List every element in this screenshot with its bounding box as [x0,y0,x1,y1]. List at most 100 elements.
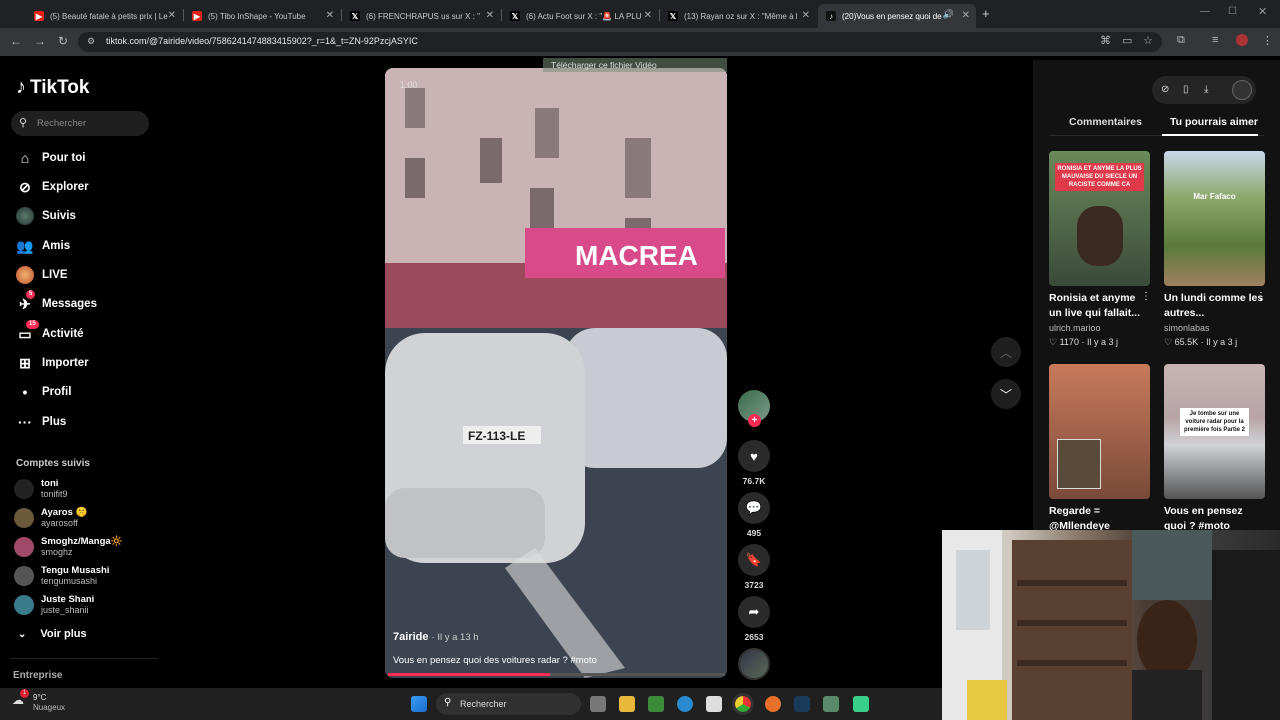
new-tab-button[interactable]: + [982,6,990,21]
comment-icon[interactable]: 💬 [738,492,770,524]
user-avatar[interactable] [1232,80,1252,100]
edge-icon[interactable] [677,696,693,712]
phone-icon[interactable]: ▯ [1183,84,1189,95]
nav-item-messages[interactable]: ✈ 5 Messages [16,290,97,314]
browser-tab[interactable]: ▶ (5) Beauté fatale à petits prix | Le ✕ [26,4,182,28]
video-progress-bar[interactable] [388,673,725,676]
search-input[interactable]: ⚲ Rechercher [11,111,149,136]
nav-item-amis[interactable]: 👥 Amis [16,236,70,256]
steam-icon[interactable] [794,696,810,712]
windows-start-icon[interactable] [411,696,427,712]
previous-video-button[interactable]: ︿ [991,337,1021,367]
close-tab-icon[interactable]: ✕ [644,10,652,21]
next-video-button[interactable]: ﹀ [991,379,1021,409]
compass-icon[interactable]: ⊘ [1161,84,1169,95]
weather-widget[interactable]: ☁ 1 9°C Nuageux [12,689,65,713]
nav-item-explorer[interactable]: ⊘ Explorer [16,177,89,197]
task-view-icon[interactable] [590,696,606,712]
close-tab-icon[interactable]: ✕ [326,10,334,21]
followed-account[interactable]: Smoghz/Manga🔆 smoghz [14,534,123,560]
close-window-icon[interactable]: ✕ [1258,5,1267,18]
store-icon[interactable] [706,696,722,712]
weather-temp: 9°C [33,693,47,702]
nav-item-live[interactable]: LIVE [16,265,68,285]
logo-text: TikTok [30,76,90,98]
site-info-icon[interactable]: ⚙ [87,36,95,47]
translate-icon[interactable]: ⌘ [1100,34,1111,47]
bookmark-star-icon[interactable]: ☆ [1143,34,1153,47]
minimize-icon[interactable]: — [1200,6,1210,17]
media-icon[interactable]: ≡ [1212,34,1218,46]
nav-item-pour-toi[interactable]: ⌂ Pour toi [16,148,86,168]
share-action[interactable]: ➦ 2653 [738,596,770,642]
browser-tab[interactable]: ▶ (5) Tibo InShape - YouTube ✕ [184,4,340,28]
extensions-icon[interactable]: ⧉ [1177,34,1185,47]
suggested-video-card[interactable]: Je tombe sur une voiture radar pour la p… [1164,364,1265,534]
browser-tab-active[interactable]: ♪ (20)Vous en pensez quoi des 🔊 ✕ [818,4,976,28]
tab-suggestions[interactable]: Tu pourrais aimer [1170,116,1258,128]
download-icon[interactable]: ⤓ [1204,84,1208,95]
followed-account[interactable]: Tengu Musashi tengumusashi [14,563,109,589]
download-video-banner[interactable]: Télécharger ce fichier Vidéo [543,58,727,72]
back-icon[interactable]: ← [10,34,22,48]
like-action[interactable]: ♥ 76.7K [738,440,770,486]
nvidia-icon[interactable] [648,696,664,712]
comment-action[interactable]: 💬 495 [738,492,770,538]
reload-icon[interactable]: ↻ [58,34,68,48]
cast-icon[interactable]: ▭ [1122,34,1132,47]
browser-tab[interactable]: 𝕏 (13) Rayan oz sur X : "Même à l ✕ [660,4,816,28]
suggested-video-card[interactable]: Regarde = @Mllendeye [1049,364,1150,534]
follow-plus-icon[interactable]: + [748,414,761,427]
tab-title: (6) Actu Foot sur X : "🚨 LA PLU [526,11,642,21]
close-tab-icon[interactable]: ✕ [962,10,970,21]
bookmark-icon[interactable]: 🔖 [738,544,770,576]
video-thumbnail[interactable]: Je tombe sur une voiture radar pour la p… [1164,364,1265,499]
tab-comments[interactable]: Commentaires [1069,116,1142,128]
tiktok-logo[interactable]: ♪ TikTok [16,76,89,99]
search-icon: ⚲ [444,697,452,708]
suggested-video-card[interactable]: Mar Fafaco Un lundi comme les autres... … [1164,151,1266,348]
video-thumbnail[interactable]: RONISIA ET ANYME LA PLUS MAUVAISE DU SIE… [1049,151,1150,286]
firefox-icon[interactable] [765,696,781,712]
menu-dots-icon[interactable]: ⋮ [1262,34,1273,47]
browser-tab[interactable]: 𝕏 (6) Actu Foot sur X : "🚨 LA PLU ✕ [502,4,658,28]
video-author[interactable]: 7airide · Il y a 13 h [393,631,479,643]
close-tab-icon[interactable]: ✕ [802,10,810,21]
app-icon[interactable] [823,696,839,712]
footer-entreprise[interactable]: Entreprise [13,670,62,681]
music-disc-icon[interactable] [738,648,770,680]
forward-icon[interactable]: → [34,34,46,48]
nav-item-plus[interactable]: ··· Plus [16,412,66,432]
more-dots-icon[interactable]: ⋮ [1141,291,1151,302]
heart-icon[interactable]: ♥ [738,440,770,472]
url-field[interactable]: ⚙ tiktok.com/@7airide/video/758624147488… [78,32,1162,52]
home-icon: ⌂ [20,150,30,166]
taskbar-search[interactable]: ⚲ Rechercher [436,693,581,715]
nav-item-activite[interactable]: ▭ 15 Activité [16,320,84,344]
maximize-icon[interactable]: ☐ [1228,6,1237,17]
app-icon[interactable] [853,696,869,712]
suggested-video-card[interactable]: RONISIA ET ANYME LA PLUS MAUVAISE DU SIE… [1049,151,1151,348]
nav-item-suivis[interactable]: Suivis [16,206,76,226]
chrome-icon[interactable] [732,693,754,715]
followed-account[interactable]: Ayaros 🤫 ayarosoff [14,505,87,531]
video-thumbnail[interactable]: Mar Fafaco [1164,151,1265,286]
chevron-down-icon: ⌄ [18,628,27,640]
close-tab-icon[interactable]: ✕ [486,10,494,21]
save-action[interactable]: 🔖 3723 [738,544,770,590]
file-explorer-icon[interactable] [619,696,635,712]
more-dots-icon[interactable]: ⋮ [1256,291,1266,302]
share-icon[interactable]: ➦ [738,596,770,628]
followed-account[interactable]: Juste Shani juste_shanii [14,592,94,618]
nav-item-importer[interactable]: ⊞ Importer [16,353,89,373]
profile-avatar[interactable] [1236,34,1248,46]
close-tab-icon[interactable]: ✕ [168,10,176,21]
nav-item-profil[interactable]: • Profil [16,382,72,402]
video-thumbnail[interactable] [1049,364,1150,499]
browser-tab[interactable]: 𝕏 (6) FRENCHRAPUS us sur X : " ✕ [342,4,500,28]
see-more-button[interactable]: ⌄ Voir plus [18,628,87,640]
video-player[interactable]: MACREA FZ-113-LE [385,68,727,678]
speaker-icon[interactable]: 🔊 [943,9,954,20]
followed-account[interactable]: toni tonifit9 [14,476,68,502]
nav-label: Profil [42,386,72,398]
